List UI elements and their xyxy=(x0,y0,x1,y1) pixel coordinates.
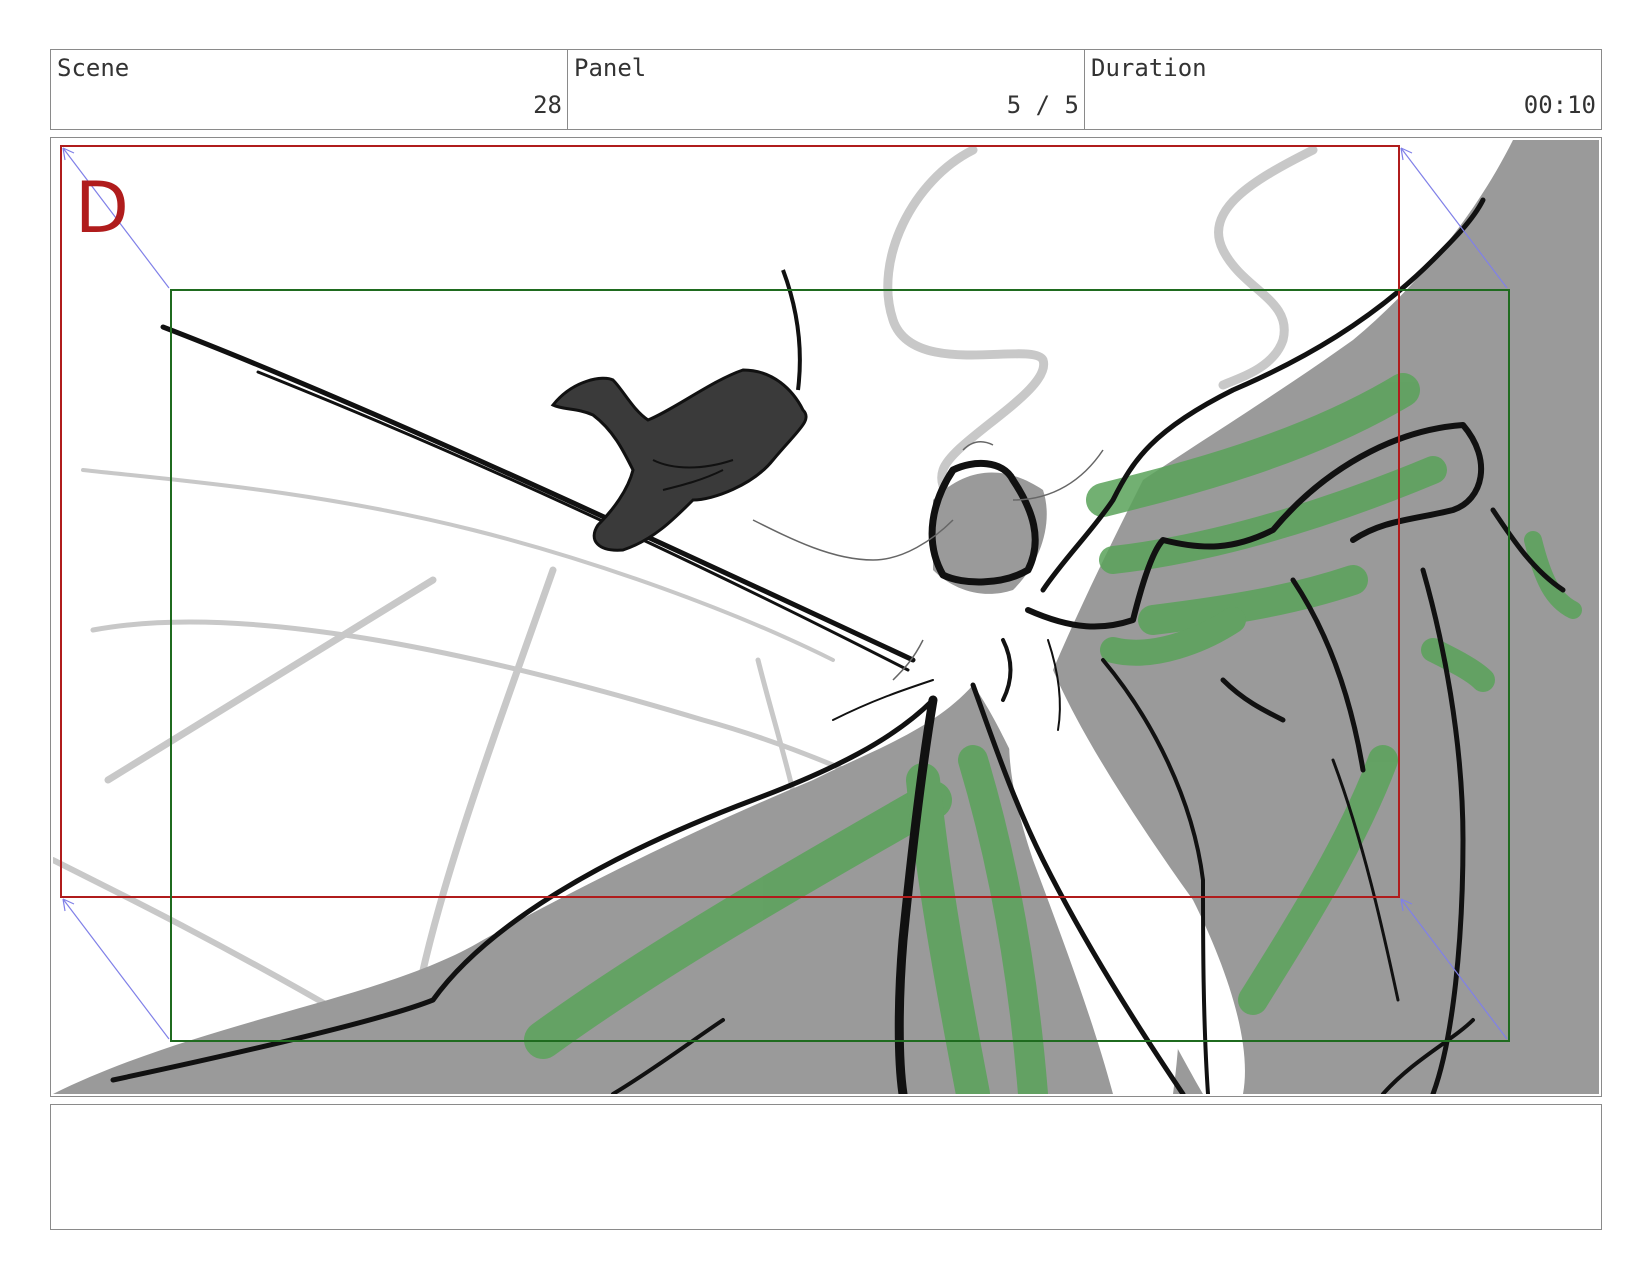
scene-cell: Scene 28 xyxy=(51,50,568,129)
scene-number: 28 xyxy=(533,91,562,119)
dark-sculpture xyxy=(550,269,808,552)
panel-number: 5 / 5 xyxy=(1006,91,1079,119)
panel-label: Panel xyxy=(574,54,647,82)
duration-cell: Duration 00:10 xyxy=(1085,50,1601,129)
panel-cell: Panel 5 / 5 xyxy=(568,50,1085,129)
panel-info-header: Scene 28 Panel 5 / 5 Duration 00:10 xyxy=(50,49,1602,130)
duration-label: Duration xyxy=(1091,54,1207,82)
scene-label: Scene xyxy=(57,54,130,82)
storyboard-sketch: D xyxy=(53,140,1599,1094)
sketch-spikes xyxy=(752,440,1104,681)
storyboard-panel: D xyxy=(50,137,1602,1097)
panel-notes-box[interactable] xyxy=(50,1104,1602,1230)
duration-value: 00:10 xyxy=(1523,91,1596,119)
frame-label: D xyxy=(75,167,129,249)
